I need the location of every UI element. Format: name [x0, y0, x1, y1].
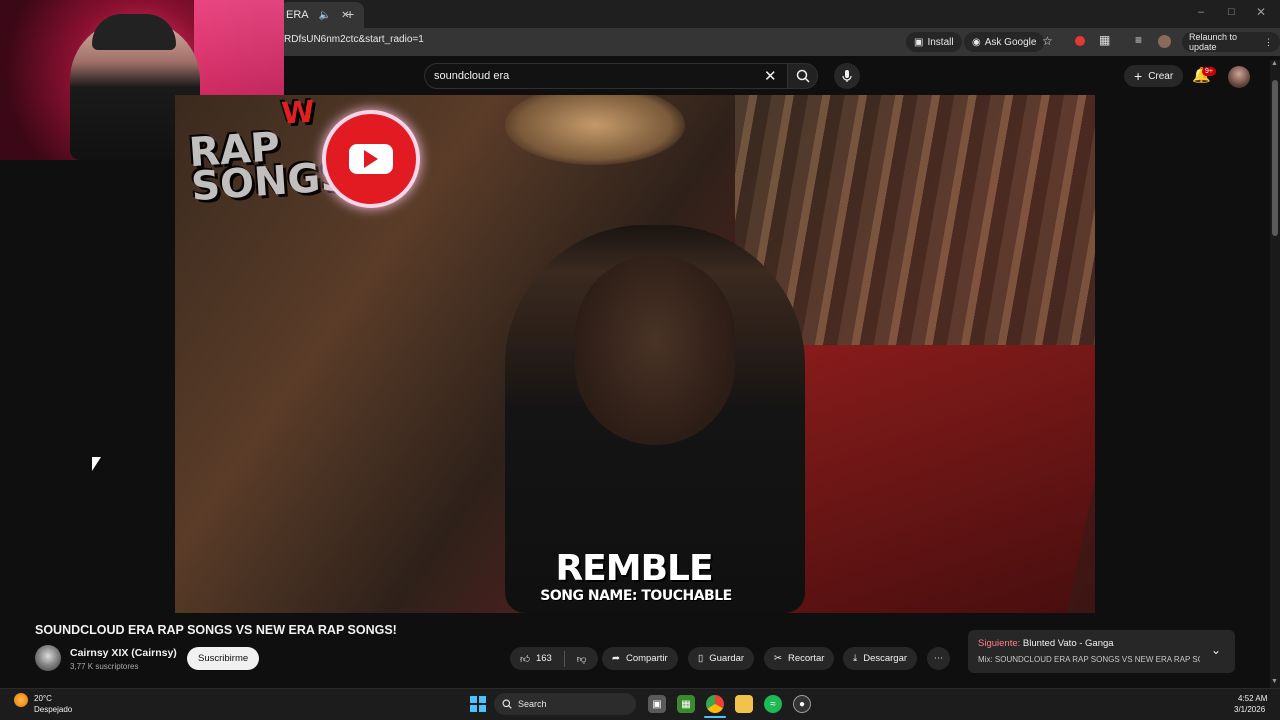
- tab-title: ERA: [286, 9, 309, 21]
- share-label: Compartir: [625, 653, 668, 664]
- download-button[interactable]: ⤓ Descargar: [843, 647, 918, 670]
- clip-label: Recortar: [787, 653, 825, 664]
- install-icon: ▣: [914, 36, 924, 48]
- channel-avatar[interactable]: [35, 645, 61, 671]
- voice-search-button[interactable]: [834, 63, 860, 89]
- like-dislike-group: 👍︎ 163 👎︎: [510, 647, 598, 670]
- spotify-icon[interactable]: ≈: [764, 695, 782, 713]
- speaker-icon[interactable]: 🔈: [319, 10, 331, 21]
- bookmark-star-icon[interactable]: ☆: [1042, 34, 1053, 48]
- search-button[interactable]: [788, 63, 818, 89]
- up-next-prefix: Siguiente:: [978, 638, 1021, 649]
- mouse-cursor-icon: [92, 457, 101, 471]
- relaunch-button[interactable]: Relaunch to update ⋮: [1182, 32, 1280, 52]
- microphone-icon: [842, 70, 852, 82]
- up-next-title: Siguiente: Blunted Vato - Ganga: [978, 638, 1114, 649]
- minimize-icon[interactable]: –: [1198, 6, 1204, 18]
- video-caption-song: SONG NAME: TOUCHABLE: [540, 588, 732, 604]
- share-button[interactable]: ➦ Compartir: [602, 647, 678, 670]
- extension-record-icon[interactable]: [1075, 36, 1085, 46]
- search-query[interactable]: soundcloud era: [434, 70, 509, 82]
- download-icon: ⤓: [853, 653, 858, 664]
- minecraft-icon[interactable]: ▦: [677, 695, 695, 713]
- thumbs-down-icon[interactable]: 👎︎: [577, 653, 587, 665]
- active-app-indicator: [704, 716, 726, 718]
- taskbar-clock-date[interactable]: 3/1/2026: [1234, 705, 1265, 714]
- channel-name-link[interactable]: Cairnsy XIX (Cairnsy): [70, 647, 177, 659]
- taskbar-search-label: Search: [518, 699, 547, 709]
- install-button[interactable]: ▣ Install: [906, 32, 962, 52]
- steam-icon[interactable]: ●: [793, 695, 811, 713]
- subscriber-count: 3,77 K suscriptores: [70, 662, 139, 671]
- ellipsis-icon: ⋯: [933, 653, 944, 664]
- extensions-puzzle-icon[interactable]: ▦: [1099, 33, 1110, 47]
- task-view-icon[interactable]: ▣: [648, 695, 666, 713]
- media-control-icon[interactable]: ≡: [1135, 33, 1142, 47]
- relaunch-label: Relaunch to update: [1189, 32, 1238, 52]
- taskbar-clock-time[interactable]: 4:52 AM: [1238, 694, 1267, 703]
- up-next-playlist: Mix: SOUNDCLOUD ERA RAP SONGS VS NEW ERA…: [978, 655, 1200, 664]
- lens-icon: ◉: [972, 36, 981, 48]
- webcam-person-hat: [92, 14, 176, 50]
- up-next-card[interactable]: [968, 630, 1235, 673]
- thumbs-up-icon: 👍︎: [520, 653, 530, 665]
- new-tab-icon[interactable]: +: [346, 6, 354, 22]
- maximize-icon[interactable]: □: [1228, 6, 1235, 18]
- install-label: Install: [927, 36, 954, 48]
- download-label: Descargar: [863, 653, 908, 664]
- save-button[interactable]: ▯ Guardar: [688, 647, 755, 670]
- video-caption-artist: REMBLE: [555, 548, 713, 589]
- subscribe-button[interactable]: Suscribirme: [187, 647, 260, 670]
- search-icon: [796, 69, 810, 83]
- clear-search-icon[interactable]: ✕: [764, 67, 777, 85]
- video-frame-lamp: [505, 95, 685, 165]
- chevron-down-icon[interactable]: ⌄: [1211, 643, 1221, 657]
- plus-icon: +: [1134, 68, 1143, 84]
- video-title: SOUNDCLOUD ERA RAP SONGS VS NEW ERA RAP …: [35, 623, 397, 637]
- taskbar-search-box[interactable]: Search: [494, 693, 636, 715]
- create-label: Crear: [1148, 70, 1174, 82]
- browser-profile-avatar[interactable]: [1158, 35, 1171, 48]
- search-icon: [502, 699, 512, 709]
- ask-google-label: Ask Google: [984, 36, 1037, 48]
- weather-temperature[interactable]: 20°C: [34, 694, 52, 703]
- share-arrow-icon: ➦: [612, 653, 620, 664]
- account-avatar[interactable]: [1228, 66, 1250, 88]
- save-label: Guardar: [709, 653, 745, 664]
- window-close-icon[interactable]: ✕: [1256, 5, 1266, 19]
- clip-button[interactable]: ✂ Recortar: [764, 647, 835, 670]
- windows-taskbar: [0, 688, 1280, 720]
- watermark-prefix: W: [280, 94, 316, 132]
- like-button[interactable]: 👍︎ 163: [520, 653, 552, 665]
- scissors-icon: ✂: [774, 653, 782, 664]
- like-divider: [563, 650, 565, 667]
- ask-google-button[interactable]: ◉ Ask Google: [964, 32, 1045, 52]
- notification-count-badge: 9+: [1202, 67, 1216, 76]
- chrome-icon[interactable]: [706, 695, 724, 713]
- weather-sun-icon[interactable]: [14, 693, 28, 707]
- create-button[interactable]: + Crear: [1124, 65, 1184, 87]
- kebab-menu-icon[interactable]: ⋮: [1264, 37, 1273, 48]
- scroll-down-arrow-icon[interactable]: ▼: [1271, 678, 1278, 685]
- weather-description[interactable]: Despejado: [34, 705, 72, 714]
- scroll-up-arrow-icon[interactable]: ▲: [1271, 60, 1278, 67]
- youtube-logo-icon: [322, 110, 420, 208]
- address-bar-url[interactable]: RDfsUN6nm2ctc&start_radio=1: [284, 34, 424, 45]
- video-frame-face: [575, 255, 735, 445]
- windows-start-icon[interactable]: [470, 696, 486, 712]
- file-explorer-icon[interactable]: [735, 695, 753, 713]
- up-next-song: Blunted Vato - Ganga: [1022, 638, 1114, 649]
- more-actions-button[interactable]: ⋯: [927, 647, 950, 670]
- like-count: 163: [535, 653, 552, 664]
- scrollbar-thumb[interactable]: [1272, 80, 1278, 236]
- bookmark-icon: ▯: [698, 653, 704, 664]
